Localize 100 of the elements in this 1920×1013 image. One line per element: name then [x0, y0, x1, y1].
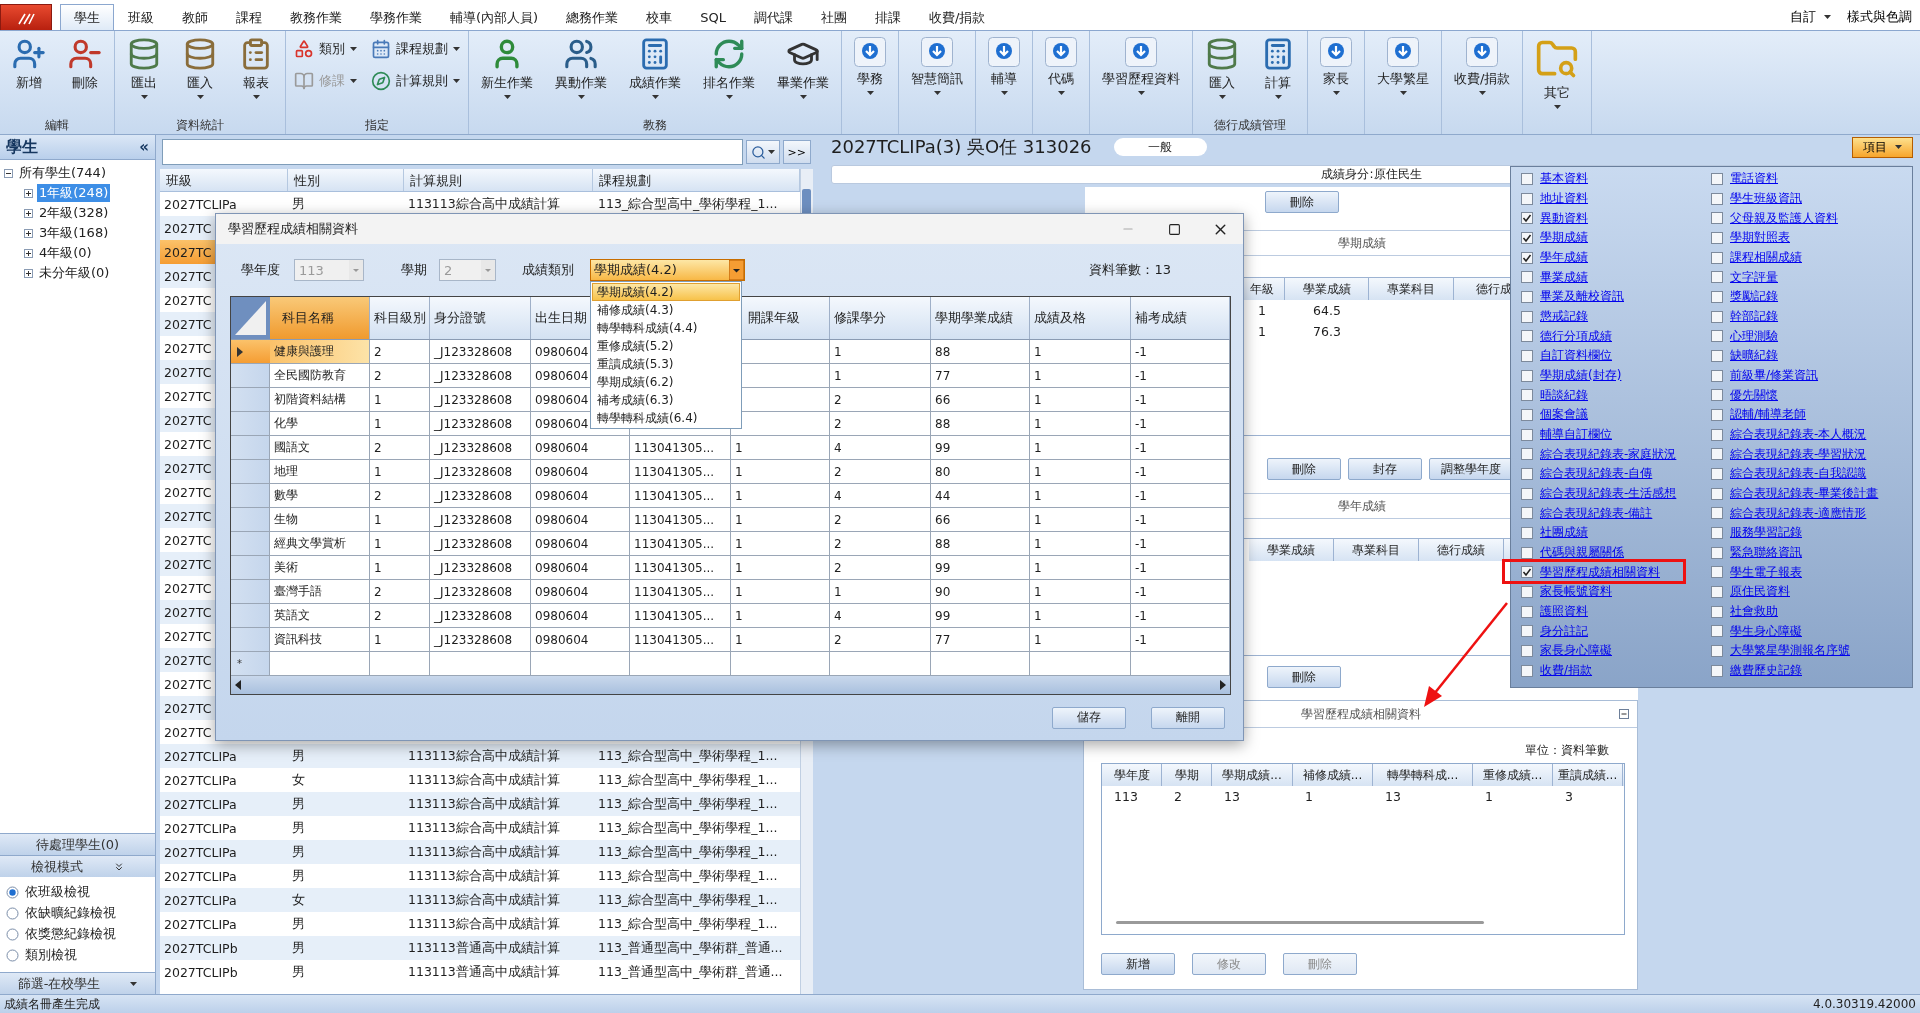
customize-menu[interactable]: 自訂 [1782, 4, 1839, 30]
ribbon-button[interactable]: 輔導 [982, 35, 1026, 97]
checkbox[interactable] [1521, 389, 1533, 402]
checkbox[interactable] [1521, 428, 1533, 441]
pending-students-bar[interactable]: 待處理學生(0) [0, 833, 155, 855]
checkbox[interactable] [1711, 546, 1723, 559]
column-header[interactable]: 出生日期 [535, 309, 587, 327]
checklist-link[interactable]: 身分註記 [1540, 622, 1588, 640]
tree-item[interactable]: 所有學生(744) [17, 164, 108, 182]
column-header[interactable]: 學期成績... [1212, 764, 1293, 786]
ribbon-button[interactable]: 課程規劃 [369, 35, 462, 63]
checklist-link[interactable]: 畢業及離校資訊 [1540, 288, 1624, 306]
dropdown-option[interactable]: 轉學轉科成績(4.4) [592, 319, 740, 337]
checkbox[interactable] [1521, 369, 1533, 382]
column-header[interactable]: 專業科目 [1369, 278, 1454, 300]
checkbox[interactable] [1711, 231, 1723, 244]
tree-item[interactable]: 未分年級(0) [37, 264, 112, 282]
checkbox[interactable] [1521, 408, 1533, 421]
checkbox[interactable] [1711, 448, 1723, 461]
checklist-link[interactable]: 心理測驗 [1730, 327, 1778, 345]
radio-option[interactable]: 依班級檢視 [6, 883, 149, 901]
delete-button[interactable]: 刪除 [1267, 666, 1341, 688]
checklist-link[interactable]: 前級畢/修業資訊 [1730, 367, 1819, 385]
ribbon-button[interactable]: 排名作業 [697, 35, 761, 101]
table-row[interactable]: 2027TCLIPa 男 113113綜合高中成績計算 113_綜合型高中_學術學程_1... [160, 792, 800, 816]
expand-icon[interactable] [24, 228, 33, 238]
dropdown-option[interactable]: 轉學轉科成績(6.4) [592, 409, 740, 427]
checklist-link[interactable]: 畢業成績 [1540, 268, 1588, 286]
dropdown-option[interactable]: 補修成績(4.3) [592, 301, 740, 319]
checklist-link[interactable]: 地址資料 [1540, 190, 1588, 207]
ribbon-button[interactable]: 異動作業 [549, 35, 613, 101]
dialog-button[interactable]: 離開 [1151, 706, 1225, 729]
column-header[interactable]: 學業成績 [1285, 278, 1369, 300]
checklist-link[interactable]: 繳費歷史記錄 [1730, 662, 1802, 680]
ribbon-button[interactable]: 新生作業 [475, 35, 539, 101]
radio-icon[interactable] [6, 927, 19, 941]
action-button[interactable]: 調整學年度 [1429, 458, 1513, 480]
column-header[interactable]: 學業成績 [1249, 539, 1334, 561]
checklist-link[interactable]: 原住民資料 [1730, 583, 1790, 601]
collapse-icon[interactable] [4, 168, 13, 178]
ribbon-button[interactable]: 其它 [1529, 35, 1586, 111]
column-header[interactable]: 學期 [1162, 764, 1212, 786]
checklist-link[interactable]: 緊急聯絡資訊 [1730, 544, 1802, 562]
delete-button[interactable]: 刪除 [1265, 191, 1339, 213]
checklist-link[interactable]: 學期成績 [1540, 229, 1588, 247]
column-header[interactable]: 補修成績... [1293, 764, 1373, 786]
checklist-link[interactable]: 學期對照表 [1730, 229, 1790, 247]
checklist-link[interactable]: 課程相關成績 [1730, 249, 1802, 266]
checkbox[interactable] [1521, 566, 1533, 579]
collapse-button[interactable]: « [139, 138, 149, 156]
table-row[interactable]: 2027TCLIPa 男 113113綜合高中成績計算 113_綜合型高中_學術學程_1... [160, 744, 800, 768]
checkbox[interactable] [1521, 172, 1533, 185]
checkbox[interactable] [1711, 664, 1723, 677]
checkbox[interactable] [1521, 251, 1533, 264]
checkbox[interactable] [1711, 428, 1723, 441]
tree-item[interactable]: 4年級(0) [37, 244, 94, 262]
checklist-link[interactable]: 缺曠紀錄 [1730, 347, 1778, 365]
column-header[interactable]: 修課學分 [834, 309, 886, 327]
dropdown-option[interactable]: 重讀成績(5.3) [592, 355, 740, 373]
column-header[interactable]: 學年度 [1102, 764, 1162, 786]
column-header[interactable]: 德行成績 [1419, 539, 1504, 561]
checklist-link[interactable]: 家長身心障礙 [1540, 642, 1612, 660]
column-header[interactable]: 計算規則 [403, 169, 594, 191]
checklist-link[interactable]: 綜合表現紀錄表-適應情形 [1730, 504, 1867, 522]
column-header[interactable]: 轉學轉科成... [1373, 764, 1473, 786]
column-header[interactable]: 身分證號 [434, 309, 486, 327]
ribbon-tab[interactable]: 教師 [168, 4, 222, 30]
action-button[interactable]: 刪除 [1267, 458, 1341, 480]
checkbox[interactable] [1711, 251, 1723, 264]
checklist-link[interactable]: 護照資料 [1540, 603, 1588, 621]
dropdown-option[interactable]: 學期成績(4.2) [592, 283, 740, 301]
checkbox[interactable] [1521, 546, 1533, 559]
expand-icon[interactable] [24, 268, 33, 278]
checklist-link[interactable]: 學生電子報表 [1730, 563, 1802, 581]
ribbon-button[interactable]: 匯出 [121, 35, 167, 101]
checkbox[interactable] [1521, 487, 1533, 500]
scroll-left-icon[interactable] [235, 680, 241, 690]
checkbox[interactable] [1711, 605, 1723, 618]
category-combobox[interactable]: 學期成績(4.2) [590, 259, 745, 281]
checkbox[interactable] [1521, 625, 1533, 638]
checkbox[interactable] [1711, 389, 1723, 402]
ribbon-button[interactable]: 報表 [233, 35, 279, 101]
checklist-link[interactable]: 社會救助 [1730, 603, 1778, 621]
column-header[interactable]: 開課年級 [748, 309, 800, 327]
checkbox[interactable] [1711, 212, 1723, 225]
checklist-link[interactable]: 晤談紀錄 [1540, 386, 1588, 404]
checklist-link[interactable]: 輔導自訂欄位 [1540, 426, 1612, 444]
ribbon-tab[interactable]: 教務作業 [276, 4, 356, 30]
ribbon-button[interactable]: 計算 [1255, 35, 1301, 101]
column-header[interactable]: 班級 [160, 169, 288, 191]
ribbon-button[interactable]: 成績作業 [623, 35, 687, 101]
checklist-link[interactable]: 異動資料 [1540, 209, 1588, 227]
ribbon-button[interactable]: 智慧簡訊 [905, 35, 969, 97]
action-button[interactable]: 新增 [1101, 953, 1175, 975]
ribbon-button[interactable]: 計算規則 [369, 67, 462, 95]
checkbox[interactable] [1711, 526, 1723, 539]
checklist-link[interactable]: 個案會議 [1540, 406, 1588, 424]
checklist-link[interactable]: 懲戒記錄 [1540, 308, 1588, 326]
action-button[interactable]: 封存 [1348, 458, 1422, 480]
app-menu-button[interactable] [0, 4, 52, 30]
